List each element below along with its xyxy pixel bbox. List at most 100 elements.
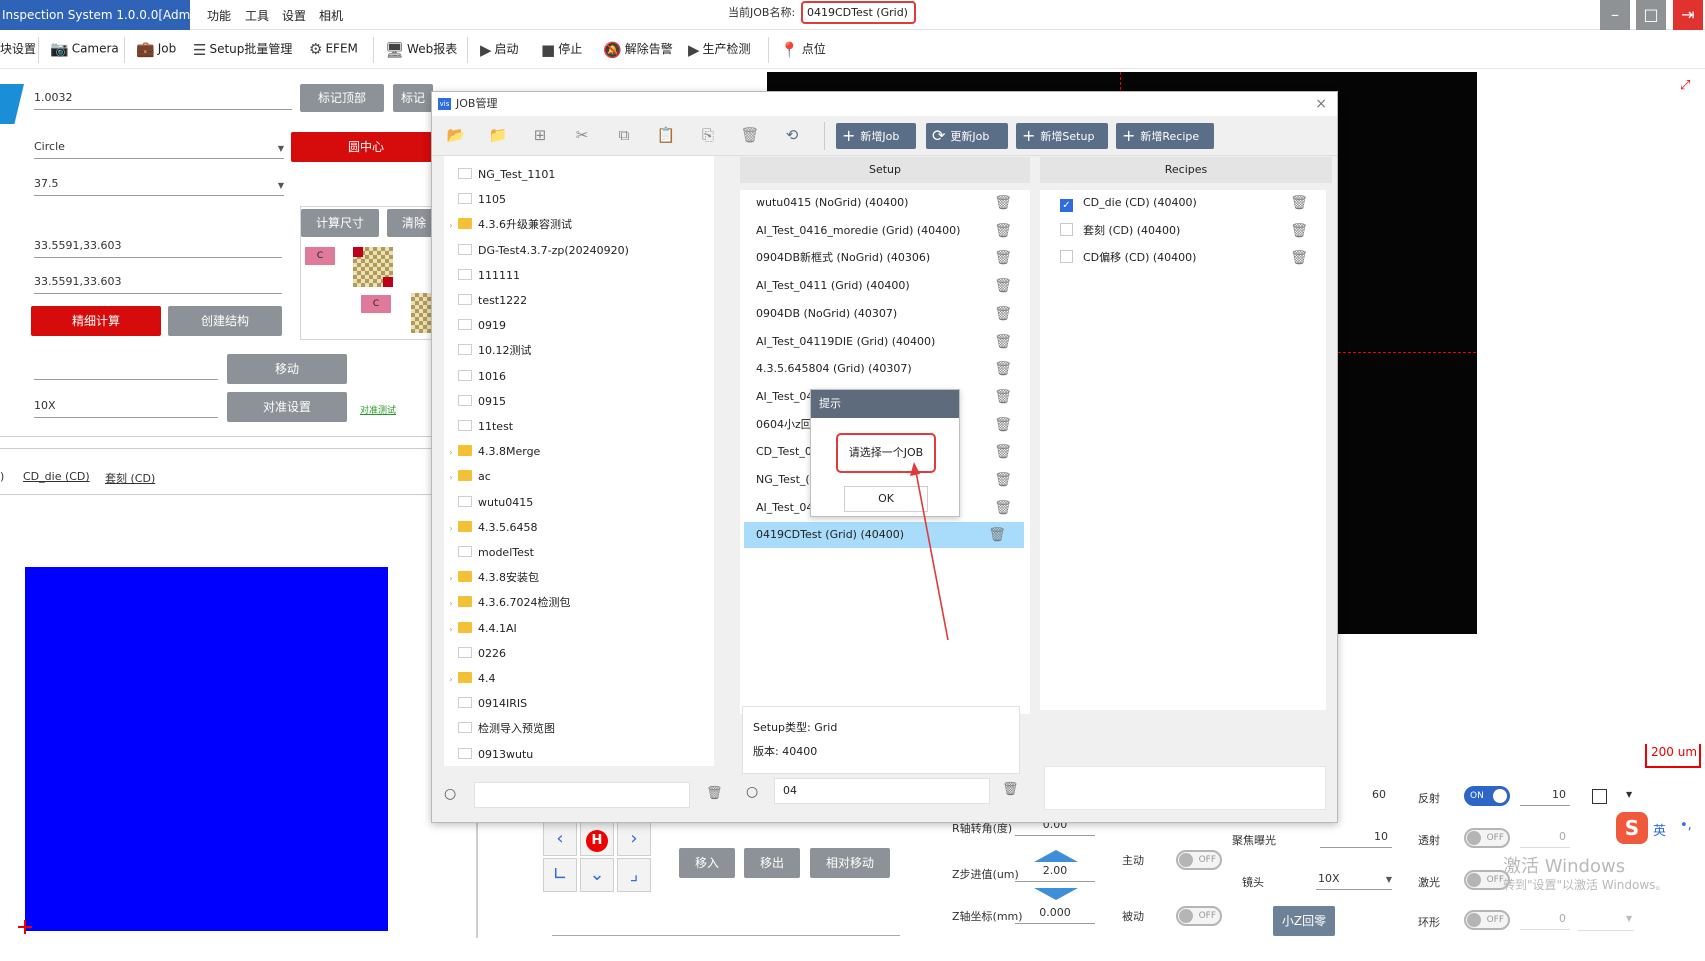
size-select[interactable]: 37.5 ▼ [34,176,284,196]
coord-field-1[interactable]: 33.5591,33.603 [34,238,282,258]
corner-bl-icon[interactable]: ∟ [543,858,577,892]
recipe-checkbox[interactable] [1060,222,1073,236]
update-job-button[interactable]: ⟳ 更新Job [926,123,1008,149]
tree-item[interactable]: DG-Test4.3.7-zp(20240920) [444,240,629,262]
block-settings-button[interactable]: 块设置 [0,40,36,57]
menu-settings[interactable]: 设置 [282,7,306,24]
tab-prev[interactable]: ) [0,470,4,483]
tree-item[interactable]: › 4.4.1AI [444,618,517,640]
tree-item[interactable]: 0914IRIS [444,693,527,715]
align-test-link[interactable]: 对准测试 [360,403,396,416]
tree-item[interactable]: › 4.3.6升级兼容测试 [444,214,572,236]
stop-button[interactable]: ■ 停止 [541,40,582,59]
create-structure-button[interactable]: 创建结构 [168,306,282,336]
menu-tools[interactable]: 工具 [245,7,269,24]
expand-arrow-icon[interactable]: › [444,619,458,641]
setup-row[interactable]: AI_Test_0416_moredie (Grid) (40400) 🗑 [740,218,1030,244]
tree-item[interactable]: › 4.3.6.7024检测包 [444,592,570,614]
mark-button-2[interactable]: 标记 [393,84,433,112]
expand-arrow-icon[interactable]: › [444,518,458,540]
minimize-button[interactable]: – [1600,0,1630,30]
move-in-button[interactable]: 移入 [679,848,735,878]
tree-item[interactable]: modelTest [444,542,534,564]
setup-row[interactable]: 0904DB (NoGrid) (40307) 🗑 [740,301,1030,327]
trash-icon[interactable]: 🗑 [994,190,1012,216]
tree-item[interactable]: test1222 [444,290,527,312]
coord-field-2[interactable]: 33.5591,33.603 [34,274,282,294]
active-toggle[interactable]: OFF [1176,850,1222,870]
trash-icon[interactable]: 🗑 [1002,782,1019,797]
setup-row[interactable]: 0904DB新框式 (NoGrid) (40306) 🗑 [740,245,1030,271]
expand-arrow-icon[interactable]: › [444,593,458,615]
recipe-list[interactable]: ✓ CD_die (CD) (40400) 🗑 套刻 (CD) (40400) 🗑 CD偏… [1040,190,1326,710]
ring-field[interactable]: 0 [1520,912,1570,930]
maximize-button[interactable]: □ [1636,0,1666,30]
trash-icon[interactable]: 🗑 [988,522,1006,548]
trash-icon[interactable]: 🗑 [994,329,1012,355]
recipe-checkbox[interactable]: ✓ [1060,199,1073,212]
new-recipe-button[interactable]: + 新增Recipe [1116,123,1214,149]
ime-mode[interactable]: 英 [1653,820,1666,839]
menu-camera[interactable]: 相机 [319,7,343,24]
reflect-toggle[interactable]: ON [1464,786,1510,806]
expand-arrow-icon[interactable]: › [444,467,458,489]
trash-icon[interactable]: 🗑 [706,782,723,806]
new-job-button[interactable]: + 新增Job [836,123,916,149]
home-button[interactable]: H [580,822,614,856]
tree-item[interactable]: wutu0415 [444,492,533,514]
move-field[interactable] [34,360,218,380]
trash-icon[interactable]: 🗑 [994,412,1012,438]
export-icon[interactable]: ⎘ [698,126,718,144]
recipe-row[interactable]: CD偏移 (CD) (40400) 🗑 [1040,245,1326,271]
setup-row[interactable]: 0419CDTest (Grid) (40400) 🗑 [744,522,1024,549]
setup-row[interactable]: AI_Test_0411 (Grid) (40400) 🗑 [740,273,1030,299]
trash-icon[interactable]: 🗑 [994,218,1012,244]
trash-icon[interactable]: 🗑 [1290,218,1308,244]
setup-row[interactable]: AI_Test_04119DIE (Grid) (40400) 🗑 [740,329,1030,355]
ime-punct-icon[interactable]: •, [1680,818,1692,833]
new-setup-button[interactable]: + 新增Setup [1016,123,1108,149]
lens-select[interactable]: 10X ▼ [1316,872,1392,890]
tree-item[interactable]: 检测导入预览图 [444,718,555,740]
tree-item[interactable]: › 4.4 [444,668,496,690]
tree-item[interactable]: › 4.3.8Merge [444,441,540,463]
menu-function[interactable]: 功能 [207,7,231,24]
focus-exposure-field[interactable]: 10 [1320,830,1392,848]
small-z-home-button[interactable]: 小Z回零 [1273,906,1335,936]
value-field-1[interactable]: 1.0032 [34,90,292,110]
setup-row[interactable]: wutu0415 (NoGrid) (40400) 🗑 [740,190,1030,216]
trash-icon[interactable]: 🗑 [740,126,760,144]
move-button[interactable]: 移动 [227,354,347,384]
trash-icon[interactable]: 🗑 [994,495,1012,521]
mark-top-button[interactable]: 标记顶部 [300,84,384,112]
web-report-button[interactable]: 🖥 Web报表 [385,40,457,59]
tree-item[interactable]: › ac [444,466,491,488]
trash-icon[interactable]: 🗑 [994,245,1012,271]
tree-item[interactable]: 11test [444,416,513,438]
z-step-field[interactable]: 2.00 [1015,864,1095,882]
recipe-row[interactable]: 套刻 (CD) (40400) 🗑 [1040,218,1326,244]
transmit-field[interactable]: 0 [1520,830,1570,848]
recipe-checkbox[interactable] [1060,250,1073,264]
chevron-down-icon[interactable]: ▼ [1626,914,1632,923]
align-setup-button[interactable]: 对准设置 [227,392,347,422]
reflect-field[interactable]: 10 [1520,788,1570,806]
open-folder-icon[interactable]: 📂 [446,126,466,144]
splitter[interactable] [476,818,478,938]
relative-move-button[interactable]: 相对移动 [810,848,890,878]
tab-overlay[interactable]: 套刻 (CD) [105,470,155,486]
camera-button[interactable]: 📷 Camera [50,40,119,58]
tree-item[interactable]: 10.12测试 [444,340,532,362]
corner-br-icon[interactable]: ⌟ [617,858,651,892]
fine-calc-button[interactable]: 精细计算 [31,306,161,336]
clear-alarm-button[interactable]: 🔕 解除告警 [603,40,673,59]
move-out-button[interactable]: 移出 [744,848,800,878]
trash-icon[interactable]: 🗑 [1290,190,1308,216]
job-tree[interactable]: NG_Test_1101 1105 › 4.3.6升级兼容测试 DG-Test4.3.7… [444,156,714,766]
expand-icon[interactable]: ⤢ [1680,78,1690,93]
exit-button[interactable]: ⇥ [1673,0,1703,30]
expand-arrow-icon[interactable]: › [444,568,458,590]
tree-item[interactable]: 0915 [444,391,506,413]
expand-arrow-icon[interactable]: › [444,442,458,464]
tab-cd-die[interactable]: CD_die (CD) [23,470,90,483]
